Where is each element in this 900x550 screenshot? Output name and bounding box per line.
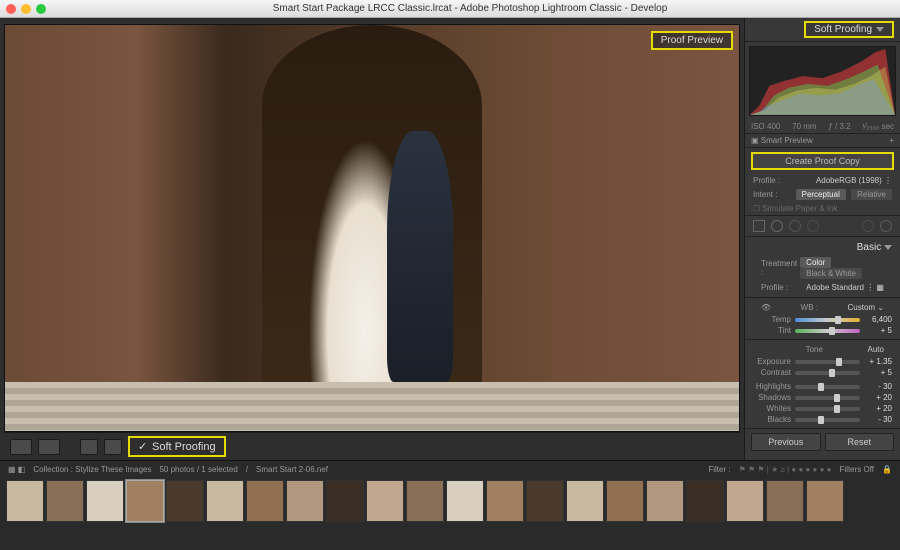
- previous-button[interactable]: Previous: [751, 433, 821, 451]
- tint-slider[interactable]: [795, 329, 860, 333]
- checkmark-icon: ✓: [138, 440, 148, 453]
- profile-label: Profile :: [753, 176, 780, 185]
- meta-focal: 70 mm: [792, 122, 816, 131]
- chevron-down-icon: [884, 245, 892, 250]
- filmstrip-thumbnail[interactable]: [806, 480, 844, 522]
- filmstrip-thumbnail[interactable]: [446, 480, 484, 522]
- preview-area: Proof Preview ✓ Soft Proofing: [0, 18, 744, 460]
- loupe-view-button[interactable]: [10, 439, 32, 455]
- histogram[interactable]: [749, 46, 896, 116]
- intent-perceptual-button[interactable]: Perceptual: [796, 189, 846, 200]
- shadows-slider[interactable]: [795, 396, 860, 400]
- develop-module: Proof Preview ✓ Soft Proofing Soft Proof…: [0, 18, 900, 460]
- minimize-window-icon[interactable]: [21, 4, 31, 14]
- blacks-slider[interactable]: [795, 418, 860, 422]
- filmstrip-thumbnail[interactable]: [246, 480, 284, 522]
- filmstrip: ▦ ◧ Collection : Stylize These Images 50…: [0, 460, 900, 530]
- maximize-window-icon[interactable]: [36, 4, 46, 14]
- highlights-slider[interactable]: [795, 385, 860, 389]
- compare-yy-button[interactable]: [80, 439, 98, 455]
- right-panel: Soft Proofing ISO 400 70 mm ƒ / 3.2 ¹⁄₂₅…: [744, 18, 900, 460]
- filmstrip-thumbnail[interactable]: [606, 480, 644, 522]
- thumbnail-strip[interactable]: [0, 477, 900, 530]
- reset-button[interactable]: Reset: [825, 433, 895, 451]
- meta-iso: ISO 400: [751, 122, 780, 131]
- proof-preview-badge: Proof Preview: [651, 31, 733, 50]
- exposure-slider[interactable]: [795, 360, 860, 364]
- photo-count: 50 photos / 1 selected: [159, 465, 237, 474]
- filmstrip-thumbnail[interactable]: [566, 480, 604, 522]
- filmstrip-thumbnail[interactable]: [6, 480, 44, 522]
- window-titlebar: Smart Start Package LRCC Classic.lrcat -…: [0, 0, 900, 18]
- intent-label: Intent :: [753, 190, 777, 199]
- basic-panel-header[interactable]: Basic: [857, 242, 881, 253]
- chevron-down-icon: [876, 27, 884, 32]
- contrast-slider[interactable]: [795, 371, 860, 375]
- meta-shutter: ¹⁄₂₅₀₀ sec: [862, 122, 894, 131]
- window-title: Smart Start Package LRCC Classic.lrcat -…: [46, 3, 894, 14]
- filter-label: Filter :: [708, 465, 730, 474]
- filmstrip-thumbnail[interactable]: [726, 480, 764, 522]
- close-window-icon[interactable]: [6, 4, 16, 14]
- filmstrip-thumbnail[interactable]: [46, 480, 84, 522]
- collection-label[interactable]: Collection : Stylize These Images: [33, 465, 151, 474]
- filters-off-button[interactable]: Filters Off: [840, 465, 875, 474]
- filmstrip-thumbnail[interactable]: [366, 480, 404, 522]
- filmstrip-thumbnail[interactable]: [126, 480, 164, 522]
- meta-aperture: ƒ / 3.2: [828, 122, 850, 131]
- filmstrip-thumbnail[interactable]: [766, 480, 804, 522]
- profile-standard-dropdown[interactable]: Adobe Standard ⋮ ▦: [806, 283, 884, 292]
- photo-content: [5, 25, 739, 431]
- filmstrip-thumbnail[interactable]: [206, 480, 244, 522]
- filmstrip-thumbnail[interactable]: [286, 480, 324, 522]
- profile-dropdown[interactable]: AdobeRGB (1998) ⋮: [816, 176, 892, 185]
- current-file: Smart Start 2-06.nef: [256, 465, 328, 474]
- treatment-color-button[interactable]: Color: [800, 257, 831, 268]
- filter-lock-icon[interactable]: 🔒: [882, 465, 892, 474]
- filmstrip-thumbnail[interactable]: [86, 480, 124, 522]
- whites-slider[interactable]: [795, 407, 860, 411]
- temp-slider[interactable]: [795, 318, 860, 322]
- before-after-button[interactable]: [38, 439, 60, 455]
- smart-preview-indicator: ▣ Smart Preview+: [745, 133, 900, 148]
- wb-dropdown[interactable]: Custom ⌄: [848, 303, 885, 312]
- preview-toolbar: ✓ Soft Proofing: [4, 432, 740, 460]
- filmstrip-thumbnail[interactable]: [486, 480, 524, 522]
- filmstrip-thumbnail[interactable]: [406, 480, 444, 522]
- compare-yy2-button[interactable]: [104, 439, 122, 455]
- image-canvas[interactable]: Proof Preview: [4, 24, 740, 432]
- soft-proofing-label: Soft Proofing: [152, 441, 216, 453]
- filmstrip-thumbnail[interactable]: [166, 480, 204, 522]
- filmstrip-thumbnail[interactable]: [326, 480, 364, 522]
- filmstrip-thumbnail[interactable]: [686, 480, 724, 522]
- filmstrip-thumbnail[interactable]: [526, 480, 564, 522]
- intent-relative-button[interactable]: Relative: [851, 189, 892, 200]
- auto-tone-button[interactable]: Auto: [868, 345, 884, 354]
- soft-proofing-checkbox[interactable]: ✓ Soft Proofing: [128, 436, 226, 457]
- gamut-warning-row[interactable]: [745, 215, 900, 237]
- soft-proofing-panel-toggle[interactable]: Soft Proofing: [804, 21, 894, 38]
- filmstrip-thumbnail[interactable]: [646, 480, 684, 522]
- create-proof-copy-button[interactable]: Create Proof Copy: [751, 152, 894, 170]
- treatment-bw-button[interactable]: Black & White: [800, 268, 862, 279]
- simulate-paper-ink-checkbox[interactable]: ☐ Simulate Paper & Ink: [753, 204, 838, 213]
